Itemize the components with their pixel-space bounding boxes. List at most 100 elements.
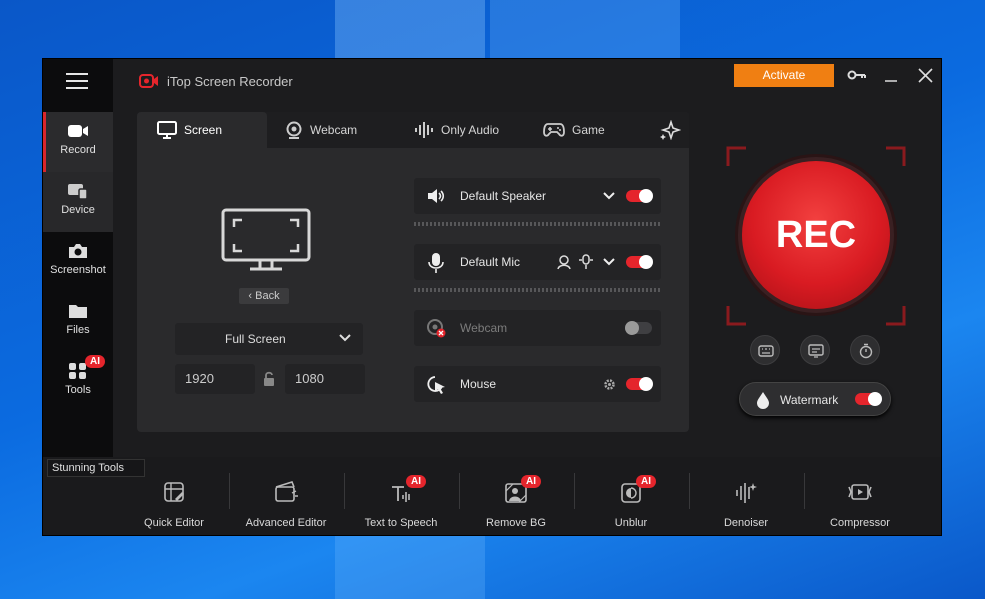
webcam-off-icon (427, 319, 446, 338)
speaker-toggle[interactable] (626, 189, 653, 203)
sidebar: Record Device Screenshot Files Tools AI (43, 59, 113, 457)
sidebar-item-tools[interactable]: Tools AI (43, 352, 113, 412)
mic-level-meter (414, 288, 661, 292)
watermark-label: Watermark (780, 393, 839, 407)
sidebar-item-screenshot[interactable]: Screenshot (43, 232, 113, 292)
app-title: iTop Screen Recorder (167, 74, 293, 89)
webcam-toggle[interactable] (625, 321, 652, 335)
denoiser-icon (736, 483, 757, 503)
mic-label: Default Mic (460, 255, 521, 269)
capture-panel: Screen Webcam Only Audio Game ‹ Back Ful… (137, 112, 689, 432)
waveform-icon (415, 122, 433, 138)
chevron-down-icon[interactable] (603, 258, 615, 266)
tool-label: Quick Editor (144, 517, 204, 529)
separator (459, 473, 460, 509)
gamepad-icon (543, 123, 565, 137)
sidebar-item-label: Screenshot (50, 264, 106, 276)
screenshot-camera-icon (69, 244, 87, 258)
tool-compressor[interactable]: Compressor (805, 479, 915, 529)
tool-denoiser[interactable]: Denoiser (691, 479, 801, 529)
capture-mode-select[interactable]: Full Screen (175, 323, 363, 355)
camera-record-icon (68, 125, 88, 137)
mouse-label: Mouse (460, 377, 497, 391)
tab-game[interactable]: Game (543, 112, 623, 148)
watermark-button[interactable]: Watermark (739, 382, 891, 416)
tool-text-to-speech[interactable]: Text to Speech AI (346, 475, 456, 529)
tool-unblur[interactable]: Unblur AI (576, 475, 686, 529)
tab-only-audio[interactable]: Only Audio (414, 112, 524, 148)
minimize-icon[interactable] (884, 69, 898, 83)
back-button[interactable]: ‹ Back (239, 288, 289, 304)
separator (229, 473, 230, 509)
mouse-click-icon (427, 376, 445, 394)
folder-icon (69, 305, 87, 318)
keyboard-button[interactable] (750, 335, 780, 365)
subtitle-button[interactable] (800, 335, 830, 365)
sidebar-item-label: Device (61, 204, 95, 216)
timer-button[interactable] (850, 335, 880, 365)
stunning-tools-title: Stunning Tools (47, 459, 145, 477)
separator (574, 473, 575, 509)
webcam-row: Webcam (414, 310, 661, 346)
sidebar-item-record[interactable]: Record (43, 112, 113, 172)
speaker-row: Default Speaker (414, 178, 661, 214)
tool-label: Unblur (614, 517, 648, 529)
tool-remove-bg[interactable]: Remove BG AI (461, 475, 571, 529)
sidebar-item-label: Record (60, 144, 96, 156)
tool-quick-editor[interactable]: Quick Editor (119, 479, 229, 529)
key-icon[interactable] (847, 69, 867, 81)
separator (344, 473, 345, 509)
watermark-drop-icon (757, 392, 769, 409)
mouse-row: Mouse (414, 366, 661, 402)
mode-tabs: Screen Webcam Only Audio Game (137, 112, 689, 148)
tool-label: Remove BG (486, 517, 546, 529)
gear-icon[interactable] (603, 378, 616, 391)
ai-badge: AI (85, 355, 105, 368)
watermark-toggle[interactable] (855, 392, 882, 406)
webcam-label: Webcam (460, 321, 508, 335)
app-logo-icon (139, 74, 158, 88)
monitor-icon (157, 121, 177, 139)
width-input[interactable]: 1920 (175, 364, 255, 394)
ai-badge: AI (636, 475, 656, 488)
height-input[interactable]: 1080 (285, 364, 365, 394)
subtitle-icon (808, 344, 824, 358)
compressor-icon (848, 484, 872, 500)
advanced-editor-icon (275, 481, 298, 502)
voice-changer-icon[interactable] (556, 254, 572, 270)
activate-button[interactable]: Activate (734, 64, 834, 87)
app-window: Record Device Screenshot Files Tools AI … (42, 58, 942, 536)
mic-toggle[interactable] (626, 255, 653, 269)
keyboard-icon (758, 345, 774, 357)
tab-webcam[interactable]: Webcam (285, 112, 395, 148)
tab-screen[interactable]: Screen (137, 112, 267, 148)
tool-advanced-editor[interactable]: Advanced Editor (231, 479, 341, 529)
mic-row: Default Mic (414, 244, 661, 280)
sidebar-item-files[interactable]: Files (43, 292, 113, 352)
record-button[interactable]: REC (738, 157, 894, 313)
sidebar-item-label: Tools (65, 384, 91, 396)
ai-badge: AI (406, 475, 426, 488)
device-icon (68, 184, 88, 200)
tab-label: Only Audio (441, 123, 500, 137)
speaker-label: Default Speaker (460, 189, 547, 203)
lock-icon[interactable] (263, 371, 275, 387)
tool-label: Compressor (830, 517, 890, 529)
speaker-icon (428, 189, 445, 203)
close-icon[interactable] (918, 68, 933, 83)
noise-reduction-icon[interactable] (578, 254, 594, 270)
back-label: Back (255, 290, 280, 302)
sparkle-icon[interactable] (659, 120, 681, 140)
tab-label: Screen (184, 123, 223, 137)
chevron-down-icon[interactable] (603, 192, 615, 200)
capture-mode-value: Full Screen (225, 332, 286, 346)
separator (689, 473, 690, 509)
mouse-toggle[interactable] (626, 377, 653, 391)
menu-icon[interactable] (66, 73, 88, 93)
tool-label: Denoiser (723, 517, 769, 529)
sidebar-item-device[interactable]: Device (43, 172, 113, 232)
desktop-pane (335, 0, 485, 58)
timer-icon (859, 343, 873, 359)
quick-editor-icon (164, 482, 184, 502)
mic-icon (428, 253, 444, 273)
